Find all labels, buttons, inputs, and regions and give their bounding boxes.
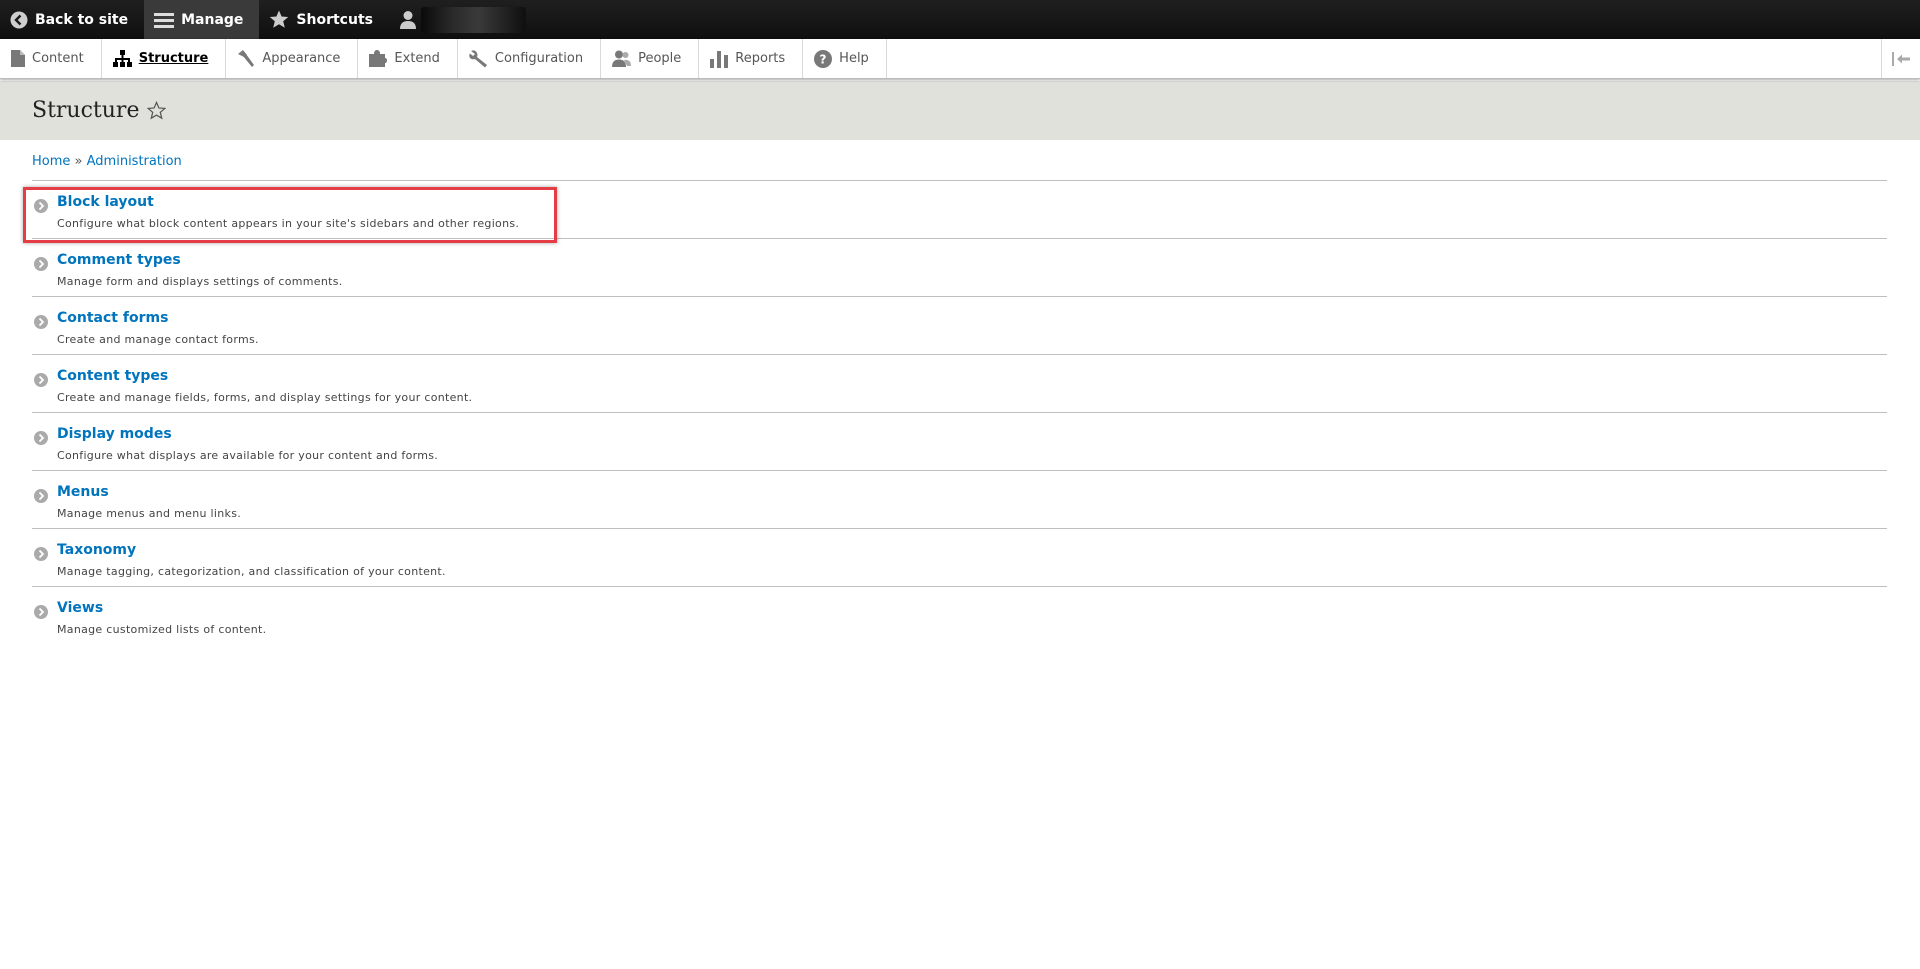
help-icon: ?: [814, 49, 833, 68]
paintbrush-icon: [238, 50, 255, 67]
chevron-right-icon: [34, 315, 48, 329]
admin-item-description: Manage tagging, categorization, and clas…: [57, 565, 446, 578]
tray-item-reports[interactable]: Reports: [699, 39, 804, 78]
admin-item-views: Views Manage customized lists of content…: [32, 587, 1887, 645]
admin-item-display-modes: Display modes Configure what displays ar…: [32, 413, 1887, 471]
admin-item-link[interactable]: Content types: [57, 368, 1887, 385]
tray-item-label: Structure: [138, 51, 209, 66]
breadcrumb-separator: »: [74, 154, 83, 169]
wrench-icon: [469, 49, 487, 67]
admin-item-description: Configure what displays are available fo…: [57, 449, 439, 462]
chevron-right-icon: [34, 489, 48, 503]
admin-item-link[interactable]: Display modes: [57, 426, 1887, 443]
back-arrow-icon: [10, 11, 28, 28]
admin-item-link[interactable]: Contact forms: [57, 310, 1887, 327]
breadcrumb-administration-link[interactable]: Administration: [87, 154, 182, 169]
tray-item-label: Extend: [394, 51, 440, 66]
tray-item-configuration[interactable]: Configuration: [458, 39, 602, 78]
shortcuts-label: Shortcuts: [296, 11, 373, 28]
breadcrumb-home-link[interactable]: Home: [32, 154, 70, 169]
breadcrumb: Home » Administration: [32, 154, 1887, 169]
puzzle-icon: [369, 50, 388, 67]
main-content: Home » Administration Block layout Confi…: [0, 140, 1920, 645]
admin-item-menus: Menus Manage menus and menu links.: [32, 471, 1887, 529]
sitemap-icon: [112, 50, 132, 67]
admin-item-description: Manage form and displays settings of com…: [57, 275, 343, 288]
tray-orientation-toggle[interactable]: [1881, 39, 1920, 78]
admin-item-taxonomy: Taxonomy Manage tagging, categorization,…: [32, 529, 1887, 587]
admin-item-block-layout: Block layout Configure what block conten…: [23, 181, 1887, 243]
admin-item-link[interactable]: Menus: [57, 484, 1887, 501]
shortcuts-tab[interactable]: Shortcuts: [259, 0, 389, 39]
svg-text:?: ?: [820, 52, 827, 66]
chevron-right-icon: [34, 605, 48, 619]
tray-item-appearance[interactable]: Appearance: [226, 39, 359, 78]
manage-label: Manage: [181, 11, 244, 28]
bar-chart-icon: [710, 50, 729, 68]
user-tab[interactable]: [389, 0, 526, 39]
admin-item-description: Configure what block content appears in …: [57, 217, 520, 230]
username-redacted: [420, 6, 526, 33]
collapse-left-icon: [1892, 51, 1910, 66]
tray-item-help[interactable]: ? Help: [803, 39, 887, 78]
tray-item-label: Configuration: [494, 51, 584, 66]
chevron-right-icon: [34, 547, 48, 561]
tray-item-extend[interactable]: Extend: [358, 39, 458, 78]
back-to-site-link[interactable]: Back to site: [0, 0, 144, 39]
admin-item-link[interactable]: Views: [57, 600, 1887, 617]
admin-item-contact-forms: Contact forms Create and manage contact …: [32, 297, 1887, 355]
people-icon: [612, 50, 632, 67]
page-title: Structure: [32, 98, 140, 123]
back-to-site-label: Back to site: [35, 11, 129, 28]
hamburger-icon: [154, 12, 175, 28]
tray-item-people[interactable]: People: [601, 39, 700, 78]
chevron-right-icon: [34, 373, 48, 387]
admin-item-description: Create and manage fields, forms, and dis…: [57, 391, 473, 404]
page-title-region: Structure: [0, 81, 1920, 140]
admin-item-link[interactable]: Taxonomy: [57, 542, 1887, 559]
tray-item-content[interactable]: Content: [0, 39, 102, 78]
chevron-right-icon: [34, 257, 48, 271]
admin-item-description: Create and manage contact forms.: [57, 333, 259, 346]
admin-item-description: Manage customized lists of content.: [57, 623, 267, 636]
tray-item-label: Reports: [735, 51, 786, 66]
admin-list: Block layout Configure what block conten…: [23, 180, 1887, 645]
admin-tray: Content Structure Appearance Extend Conf…: [0, 39, 1920, 79]
chevron-right-icon: [34, 431, 48, 445]
user-icon: [399, 10, 416, 29]
tray-item-label: Appearance: [262, 51, 341, 66]
admin-item-link[interactable]: Comment types: [57, 252, 1887, 269]
tray-item-label: People: [638, 51, 682, 66]
tray-item-label: Content: [32, 51, 84, 66]
admin-item-description: Manage menus and menu links.: [57, 507, 242, 520]
admin-item-comment-types: Comment types Manage form and displays s…: [32, 239, 1887, 297]
tray-item-label: Help: [839, 51, 869, 66]
tray-item-structure[interactable]: Structure: [102, 39, 227, 78]
shortcut-star-icon[interactable]: [147, 101, 167, 120]
admin-toolbar: Back to site Manage Shortcuts: [0, 0, 1920, 39]
star-icon: [270, 10, 289, 28]
document-icon: [11, 50, 25, 67]
chevron-right-icon: [34, 199, 48, 213]
manage-tab[interactable]: Manage: [144, 0, 260, 39]
admin-item-link[interactable]: Block layout: [57, 194, 1887, 211]
admin-item-content-types: Content types Create and manage fields, …: [32, 355, 1887, 413]
